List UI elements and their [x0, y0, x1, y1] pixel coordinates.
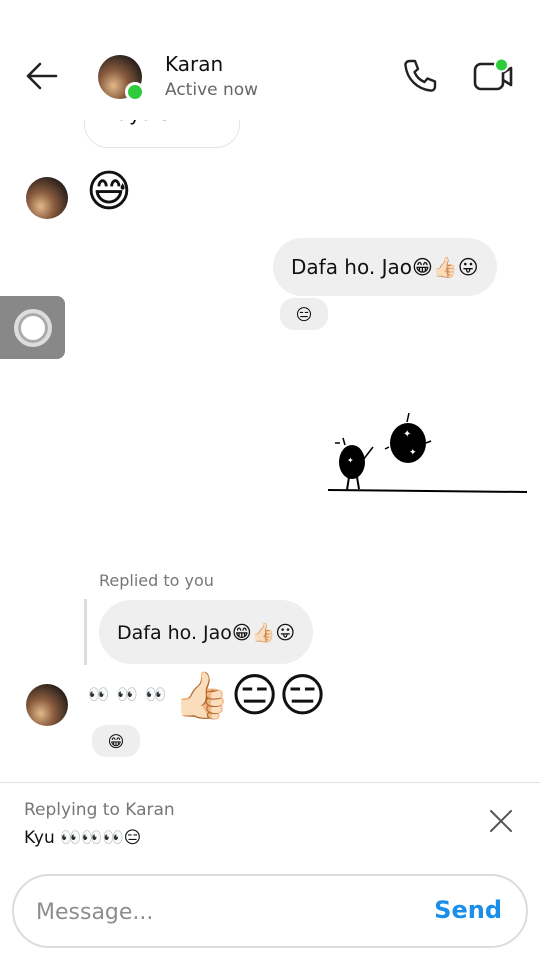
- close-icon[interactable]: [486, 806, 516, 836]
- contact-status: Active now: [165, 80, 259, 100]
- svg-text:✦: ✦: [403, 429, 411, 440]
- message-text: Dafa ho. Jao😁👍🏻😛: [291, 255, 479, 279]
- doodle-sticker[interactable]: ✦ ✦ ✦: [325, 405, 530, 500]
- message-composer: Send: [12, 874, 528, 948]
- message-input[interactable]: [34, 890, 418, 934]
- online-status-icon: [125, 82, 145, 102]
- received-emoji-message[interactable]: 😅: [86, 170, 132, 214]
- eyes-emoji-text: 👀 👀 👀: [88, 685, 168, 705]
- emoji-sweat-smile: 😅: [86, 166, 132, 217]
- message-reaction[interactable]: 😁: [90, 723, 142, 759]
- sender-avatar[interactable]: [26, 177, 68, 219]
- assistive-touch-icon: [14, 309, 52, 347]
- video-call-icon[interactable]: [472, 58, 514, 94]
- svg-text:✦: ✦: [347, 456, 354, 465]
- phone-call-icon[interactable]: [400, 56, 440, 96]
- replied-to-label: Replied to you: [99, 571, 214, 590]
- assistive-touch-button[interactable]: [0, 296, 65, 359]
- received-emoji-message[interactable]: 👀 👀 👀 👍🏻😑😑: [88, 672, 327, 718]
- sent-message-bubble[interactable]: Dafa ho. Jao😁👍🏻😛: [273, 238, 497, 296]
- reaction-emoji: 😁: [107, 731, 125, 751]
- large-emojis: 👍🏻😑😑: [173, 668, 327, 722]
- chat-header: Karan Active now: [0, 0, 540, 120]
- quoted-message-bubble[interactable]: Dafa ho. Jao😁👍🏻😛: [99, 600, 314, 664]
- message-reaction[interactable]: 😑: [278, 296, 330, 332]
- divider: [0, 782, 540, 783]
- svg-text:✦: ✦: [409, 448, 417, 458]
- reply-indicator-line: [84, 599, 87, 665]
- replying-preview-text: Kyu 👀👀👀😑: [24, 828, 142, 848]
- sender-avatar[interactable]: [26, 684, 68, 726]
- replying-to-label: Replying to Karan: [24, 800, 175, 820]
- send-button[interactable]: Send: [434, 896, 502, 924]
- reaction-emoji: 😑: [295, 304, 313, 324]
- back-arrow-icon[interactable]: [22, 56, 62, 96]
- quoted-text: Dafa ho. Jao😁👍🏻😛: [117, 621, 296, 644]
- contact-name[interactable]: Karan: [165, 52, 223, 76]
